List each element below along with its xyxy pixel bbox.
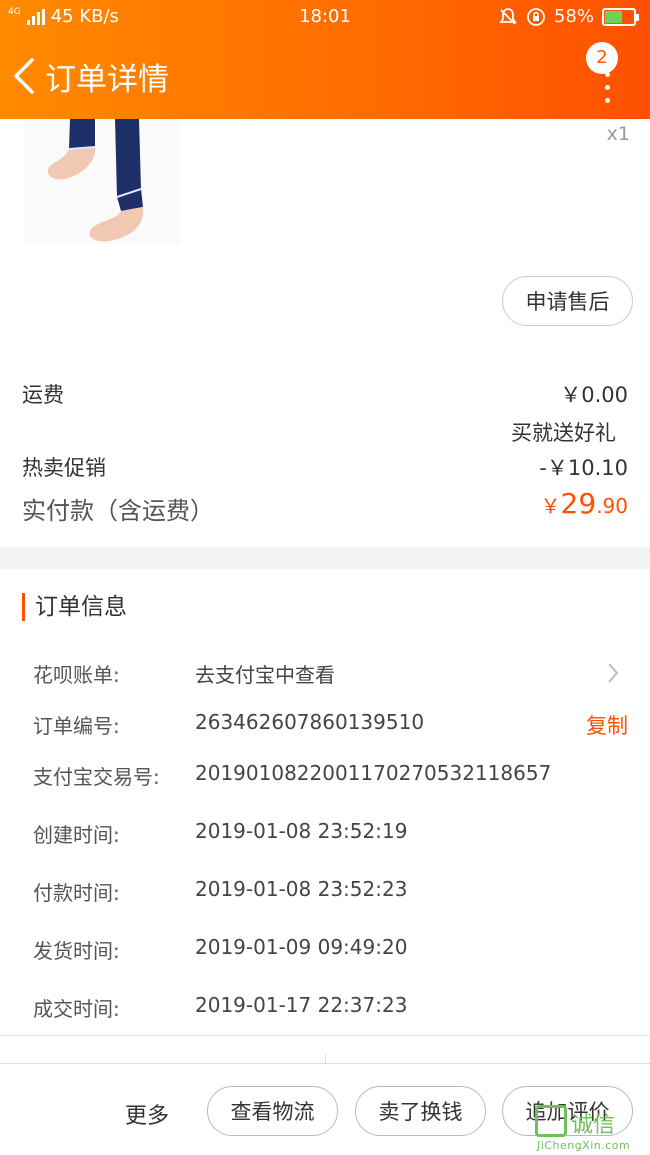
promo-label: 热卖促销 xyxy=(22,456,106,480)
page-title: 订单详情 xyxy=(45,62,169,98)
shipping-label: 运费 xyxy=(22,383,64,407)
total-label: 实付款（含运费） xyxy=(22,497,214,525)
order-number-value: 263462607860139510 xyxy=(195,710,425,734)
alipay-value: 2019010822001170270532118657 xyxy=(195,761,552,785)
shipped-time-label: 发货时间: xyxy=(33,939,120,963)
closed-time-value: 2019-01-17 22:37:23 xyxy=(195,993,408,1017)
total-integer: 29 xyxy=(560,487,597,520)
copy-button[interactable]: 复制 xyxy=(586,710,628,740)
section-title: 订单信息 xyxy=(22,593,127,621)
paid-time-row: 付款时间: 2019-01-08 23:52:23 xyxy=(33,877,628,907)
product-image[interactable] xyxy=(25,119,180,244)
more-actions-link[interactable]: 更多 xyxy=(125,1098,169,1130)
header: 4G 45 KB/s 18:01 58% 订单详情 2 xyxy=(0,0,650,119)
notification-badge: 2 xyxy=(586,42,618,74)
battery-icon xyxy=(602,7,639,26)
order-number-row: 订单编号: 263462607860139510 复制 xyxy=(33,710,628,740)
alipay-row: 支付宝交易号: 2019010822001170270532118657 xyxy=(33,761,628,791)
closed-time-row: 成交时间: 2019-01-17 22:37:23 xyxy=(33,993,628,1023)
total-decimal: .90 xyxy=(596,494,628,518)
total-amount: ￥29.90 xyxy=(541,487,628,520)
shipping-row: 运费 ￥0.00 xyxy=(22,379,628,409)
order-number-label: 订单编号: xyxy=(33,714,120,738)
created-time-value: 2019-01-08 23:52:19 xyxy=(195,819,408,843)
closed-time-label: 成交时间: xyxy=(33,997,120,1021)
product-card: x1 申请售后 运费 ￥0.00 买就送好礼 热卖促销 -￥10.10 实付款（… xyxy=(0,119,650,547)
order-info-card: 订单信息 花呗账单: 去支付宝中查看 订单编号: 263462607860139… xyxy=(0,569,650,1035)
watermark-text: 诚信 xyxy=(571,1113,616,1138)
huabei-value: 去支付宝中查看 xyxy=(195,663,335,687)
watermark-url: JiChengXin.com xyxy=(537,1139,631,1152)
paid-time-label: 付款时间: xyxy=(33,881,120,905)
battery-percent: 58% xyxy=(553,6,594,27)
paid-time-value: 2019-01-08 23:52:23 xyxy=(195,877,408,901)
alipay-label: 支付宝交易号: xyxy=(33,765,160,789)
contact-strip xyxy=(0,1035,650,1064)
apply-aftersale-button[interactable]: 申请售后 xyxy=(502,276,633,326)
more-menu-button[interactable]: 2 xyxy=(586,42,620,106)
chevron-right-icon xyxy=(608,663,619,683)
promo-value: -￥10.10 xyxy=(539,456,628,480)
back-button[interactable] xyxy=(10,54,40,98)
promo-row: 热卖促销 -￥10.10 xyxy=(22,452,628,482)
shipped-time-row: 发货时间: 2019-01-09 09:49:20 xyxy=(33,935,628,965)
shipped-time-value: 2019-01-09 09:49:20 xyxy=(195,935,408,959)
watermark-logo-icon xyxy=(535,1105,567,1137)
status-bar: 4G 45 KB/s 18:01 58% xyxy=(0,0,650,34)
nav-bar: 订单详情 2 xyxy=(0,34,650,119)
more-vertical-icon xyxy=(605,72,611,111)
shipping-value: ￥0.00 xyxy=(560,383,628,407)
gift-promo-text: 买就送好礼 xyxy=(511,421,616,445)
view-logistics-button[interactable]: 查看物流 xyxy=(207,1086,338,1136)
mute-bell-icon xyxy=(499,7,517,25)
chevron-left-icon xyxy=(14,58,34,94)
rotation-lock-icon xyxy=(527,7,545,26)
huabei-row[interactable]: 花呗账单: 去支付宝中查看 xyxy=(33,659,628,689)
total-currency: ￥ xyxy=(540,494,561,518)
created-time-label: 创建时间: xyxy=(33,823,120,847)
resell-button[interactable]: 卖了换钱 xyxy=(355,1086,486,1136)
huabei-label: 花呗账单: xyxy=(33,663,120,687)
created-time-row: 创建时间: 2019-01-08 23:52:19 xyxy=(33,819,628,849)
watermark: 诚信 JiChengXin.com xyxy=(535,1105,647,1153)
product-quantity: x1 xyxy=(606,123,630,145)
